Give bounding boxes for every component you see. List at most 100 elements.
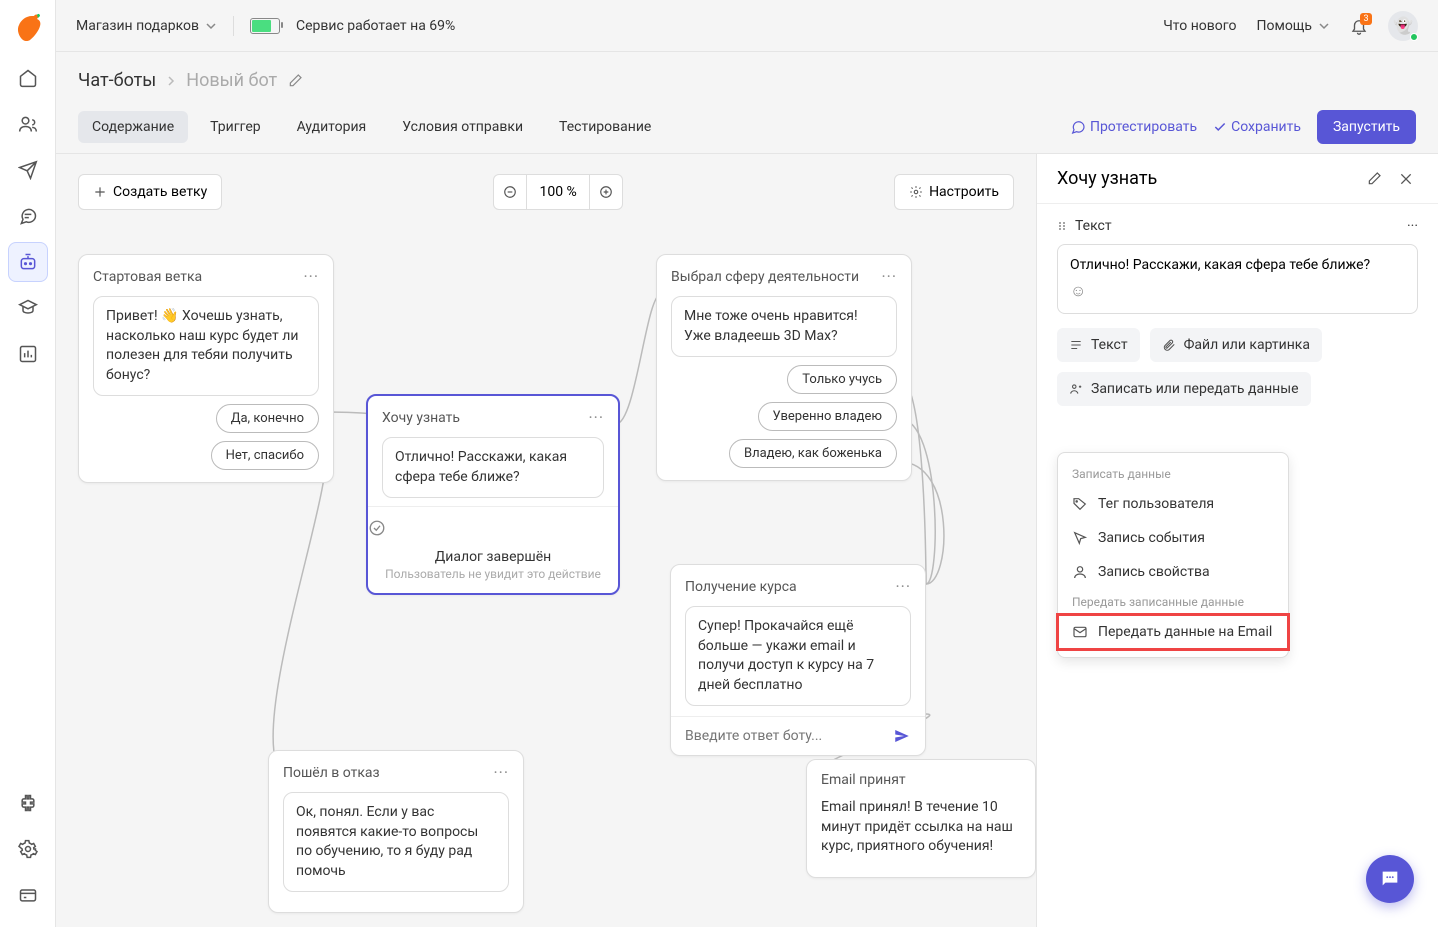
mail-icon xyxy=(1072,624,1088,640)
emoji-icon[interactable]: ☺ xyxy=(1070,281,1405,301)
chevron-down-icon xyxy=(1399,541,1409,551)
menu-send-email[interactable]: Передать данные на Email xyxy=(1058,615,1288,649)
test-button[interactable]: Протестировать xyxy=(1070,119,1197,135)
text-block-header: Текст ··· xyxy=(1057,218,1418,234)
tab-audience[interactable]: Аудитория xyxy=(283,111,381,143)
nav-home-icon[interactable] xyxy=(8,58,48,98)
nav-learn-icon[interactable] xyxy=(8,288,48,328)
add-data-label: Записать или передать данные xyxy=(1091,381,1299,397)
configure-label: Настроить xyxy=(929,184,999,200)
nav-billing-icon[interactable] xyxy=(8,875,48,915)
panel-body: Текст ··· Отлично! Расскажи, какая сфера… xyxy=(1037,204,1438,420)
menu-property-label: Запись свойства xyxy=(1098,564,1210,580)
check-icon xyxy=(1213,120,1227,134)
menu-tag-label: Тег пользователя xyxy=(1098,496,1214,512)
nav-bot-icon[interactable] xyxy=(8,242,48,282)
save-button[interactable]: Сохранить xyxy=(1213,119,1301,135)
right-panel: Хочу узнать Текст ··· Отлично! Расскажи,… xyxy=(1036,154,1438,927)
tab-content[interactable]: Содержание xyxy=(78,111,188,143)
menu-group-record: Записать данные xyxy=(1058,461,1288,487)
topbar: Магазин подарков Сервис работает на 69% … xyxy=(56,0,1438,52)
page-header: Чат-боты Новый бот xyxy=(56,52,1438,91)
user-avatar[interactable]: 👻 xyxy=(1388,11,1418,41)
nav-send-icon[interactable] xyxy=(8,150,48,190)
card-menu-icon[interactable]: ··· xyxy=(493,763,509,782)
create-branch-label: Создать ветку xyxy=(113,184,207,200)
status-online-icon xyxy=(1410,33,1418,41)
launch-button[interactable]: Запустить xyxy=(1317,110,1416,144)
reply-godlike[interactable]: Владею, как боженька xyxy=(729,439,897,468)
nav-settings-icon[interactable] xyxy=(8,829,48,869)
menu-property[interactable]: Запись свойства xyxy=(1058,555,1288,589)
reply-field[interactable] xyxy=(685,728,893,744)
battery-icon xyxy=(250,18,280,34)
nav-users-icon[interactable] xyxy=(8,104,48,144)
send-icon[interactable] xyxy=(893,727,911,745)
tab-conditions[interactable]: Условия отправки xyxy=(388,111,537,143)
zoom-in-button[interactable] xyxy=(589,174,623,210)
test-label: Протестировать xyxy=(1090,119,1197,135)
card-email[interactable]: Email принят Email принял! В течение 10 … xyxy=(806,759,1036,878)
divider xyxy=(233,16,234,36)
add-text-button[interactable]: Текст xyxy=(1057,328,1140,362)
reply-yes[interactable]: Да, конечно xyxy=(216,404,319,433)
plus-circle-icon xyxy=(599,185,613,199)
tab-testing[interactable]: Тестирование xyxy=(545,111,665,143)
card-start-msg: Привет! 👋 Хочешь узнать, насколько наш к… xyxy=(93,296,319,396)
notif-badge: 3 xyxy=(1360,13,1372,25)
card-menu-icon[interactable]: ··· xyxy=(895,577,911,596)
breadcrumb-root[interactable]: Чат-боты xyxy=(78,70,156,91)
add-file-button[interactable]: Файл или картинка xyxy=(1150,328,1322,362)
card-want[interactable]: Хочу узнать··· Отлично! Расскажи, какая … xyxy=(366,394,620,595)
chevron-right-icon xyxy=(166,76,176,86)
notifications-button[interactable]: 3 xyxy=(1350,17,1368,35)
card-menu-icon[interactable]: ··· xyxy=(588,408,604,427)
canvas[interactable]: Создать ветку 100 % Настроить Стартовая … xyxy=(56,154,1036,927)
help-dropdown[interactable]: Помощь xyxy=(1256,18,1330,34)
reply-learning[interactable]: Только учусь xyxy=(787,365,897,394)
store-name: Магазин подарков xyxy=(76,18,199,34)
card-sphere[interactable]: Выбрал сферу деятельности··· Мне тоже оч… xyxy=(656,254,912,481)
nav-chat-icon[interactable] xyxy=(8,196,48,236)
service-status: Сервис работает на 69% xyxy=(296,18,455,34)
create-branch-button[interactable]: Создать ветку xyxy=(78,174,222,210)
drag-icon[interactable] xyxy=(1057,220,1069,232)
add-file-label: Файл или картинка xyxy=(1184,337,1310,353)
panel-close-icon[interactable] xyxy=(1394,171,1418,187)
whats-new-link[interactable]: Что нового xyxy=(1163,18,1236,34)
card-menu-icon[interactable]: ··· xyxy=(881,267,897,286)
chat-fab[interactable] xyxy=(1366,855,1414,903)
add-data-button[interactable]: Записать или передать данные xyxy=(1057,372,1311,406)
card-course[interactable]: Получение курса··· Супер! Прокачайся ещё… xyxy=(670,564,926,756)
save-label: Сохранить xyxy=(1231,119,1301,135)
add-text-label: Текст xyxy=(1091,337,1128,353)
edit-icon[interactable] xyxy=(287,73,303,89)
panel-edit-icon[interactable] xyxy=(1362,171,1386,187)
menu-event[interactable]: Запись события xyxy=(1058,521,1288,555)
reply-no[interactable]: Нет, спасибо xyxy=(211,441,319,470)
reply-confident[interactable]: Уверенно владею xyxy=(758,402,898,431)
zoom-controls: 100 % xyxy=(493,174,622,210)
card-start[interactable]: Стартовая ветка··· Привет! 👋 Хочешь узна… xyxy=(78,254,334,483)
card-menu-icon[interactable]: ··· xyxy=(303,267,319,286)
card-email-msg: Email принял! В течение 10 минут придёт … xyxy=(821,798,1021,857)
zoom-out-button[interactable] xyxy=(493,174,527,210)
tab-trigger[interactable]: Триггер xyxy=(196,111,274,143)
block-menu-icon[interactable]: ··· xyxy=(1407,218,1418,234)
nav-stats-icon[interactable] xyxy=(8,334,48,374)
configure-button[interactable]: Настроить xyxy=(894,174,1014,210)
hidden-select[interactable] xyxy=(1390,532,1418,560)
store-selector[interactable]: Магазин подарков xyxy=(76,18,217,34)
menu-user-tag[interactable]: Тег пользователя xyxy=(1058,487,1288,521)
card-refuse[interactable]: Пошёл в отказ··· Ок, понял. Если у вас п… xyxy=(268,750,524,913)
card-course-title: Получение курса xyxy=(685,579,797,595)
bot-reply-input[interactable] xyxy=(671,716,925,755)
zoom-value: 100 % xyxy=(527,174,588,210)
nav-plugins-icon[interactable] xyxy=(8,783,48,823)
text-editor[interactable]: Отлично! Расскажи, какая сфера тебе ближ… xyxy=(1057,244,1418,314)
chat-bubble-icon xyxy=(1379,868,1401,890)
card-want-msg: Отлично! Расскажи, какая сфера тебе ближ… xyxy=(382,437,604,498)
text-icon xyxy=(1069,338,1083,352)
app-logo[interactable] xyxy=(12,12,44,44)
chat-icon xyxy=(1070,119,1086,135)
